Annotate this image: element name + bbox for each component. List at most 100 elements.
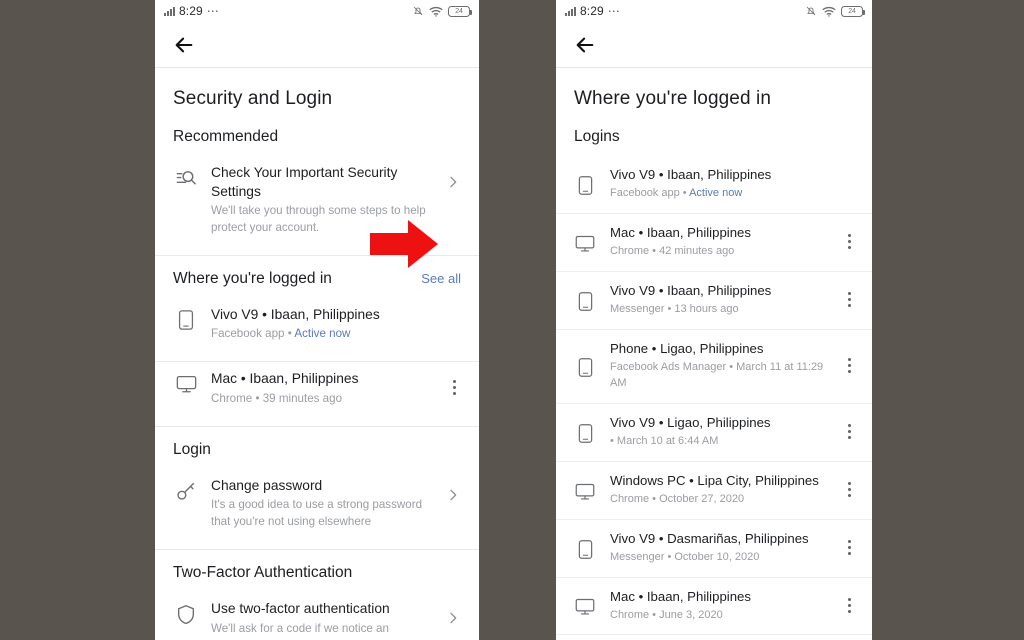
chevron-right-icon (445, 600, 465, 626)
section-heading-logins: Logins (574, 128, 620, 145)
list-item-body: Vivo V9 • Ibaan, Philippines Facebook app… (610, 166, 860, 202)
back-arrow-icon[interactable] (574, 34, 596, 56)
subtitle-plain: Facebook app • (211, 327, 295, 341)
list-item-subtitle: Chrome • 39 minutes ago (211, 391, 343, 405)
list-item-subtitle: It's a good idea to use a strong passwor… (211, 498, 423, 529)
list-item-login-session[interactable]: Windows PC • Lipa City, Philippines Chrom… (556, 461, 872, 519)
list-item-subtitle: Chrome • June 3, 2020 (610, 608, 723, 621)
list-item-body: Vivo V9 • Dasmariñas, Philippines Messeng… (610, 530, 826, 566)
list-item-title: Mac • Ibaan, Philippines (211, 371, 359, 387)
right-nav-bar (556, 22, 872, 68)
active-now-badge: Active now (294, 327, 351, 341)
notifications-muted-icon (413, 6, 423, 16)
right-phone-screen: 8:29 ⋯ 24 Where you're logged in Logins … (556, 0, 872, 640)
list-item-title: Vivo V9 • Dasmariñas, Philippines (610, 530, 809, 546)
back-arrow-icon[interactable] (173, 34, 195, 56)
status-bar: 8:29 ⋯ 24 (155, 0, 479, 22)
mobile-phone-icon (572, 354, 598, 378)
more-options-icon[interactable] (838, 482, 860, 498)
left-scroll-area[interactable]: Security and Login Recommended Check You… (155, 68, 479, 639)
signal-icon (565, 6, 576, 16)
list-item-body: Windows PC • Lipa City, Philippines Chrom… (610, 472, 826, 508)
list-item-login-session[interactable]: Mac • Ibaan, Philippines Chrome • 39 min… (155, 362, 479, 420)
list-item-title: Check Your Important Security Settings (211, 165, 398, 199)
subtitle-plain: Facebook app • (610, 187, 690, 199)
list-item-subtitle: Facebook app • Active now (211, 326, 465, 343)
status-time: 8:29 (580, 4, 604, 18)
list-item-body: Mac • Ibaan, Philippines Chrome • June 3,… (610, 588, 826, 624)
list-item-login-session[interactable]: ?Device type unknown • Lipa City, Philip… (556, 635, 872, 639)
list-item-title: Mac • Ibaan, Philippines (610, 224, 751, 240)
mobile-phone-icon (572, 420, 598, 444)
mobile-phone-icon (572, 536, 598, 560)
see-all-link[interactable]: See all (421, 271, 461, 286)
list-item-title: Phone • Ligao, Philippines (610, 340, 764, 356)
shield-icon (173, 600, 199, 626)
status-time: 8:29 (179, 4, 203, 18)
status-menu-dots: ⋯ (607, 4, 621, 18)
more-options-icon[interactable] (838, 358, 860, 374)
list-item-body: Vivo V9 • Ligao, Philippines • March 10 a… (610, 414, 826, 450)
list-item-login-session[interactable]: Vivo V9 • Ibaan, Philippines Facebook app… (556, 156, 872, 213)
logins-list: Vivo V9 • Ibaan, Philippines Facebook app… (556, 156, 872, 639)
more-options-icon[interactable] (443, 370, 465, 396)
page-title: Where you're logged in (574, 88, 771, 109)
mobile-phone-icon (173, 306, 199, 331)
list-item-title: Windows PC • Lipa City, Philippines (610, 472, 819, 488)
page-title: Security and Login (173, 88, 333, 109)
list-item-subtitle: Facebook Ads Manager • March 11 at 11:29… (610, 360, 824, 389)
list-item-login-session[interactable]: Phone • Ligao, Philippines Facebook Ads M… (556, 329, 872, 403)
list-item-two-factor[interactable]: Use two-factor authentication We'll ask … (155, 591, 479, 639)
signal-icon (164, 6, 175, 16)
list-item-title: Change password (211, 477, 323, 493)
active-now-badge: Active now (689, 187, 743, 199)
list-item-login-session[interactable]: Mac • Ibaan, Philippines Chrome • June 3,… (556, 577, 872, 635)
section-heading-login: Login (173, 440, 211, 458)
list-item-subtitle: Chrome • October 27, 2020 (610, 492, 745, 505)
list-item-title: Vivo V9 • Ibaan, Philippines (610, 167, 772, 182)
list-item-subtitle: Chrome • 42 minutes ago (610, 244, 735, 257)
wifi-icon (822, 6, 836, 17)
key-icon (173, 477, 199, 502)
list-item-body: Phone • Ligao, Philippines Facebook Ads M… (610, 340, 826, 392)
more-options-icon[interactable] (838, 540, 860, 556)
left-nav-bar (155, 22, 479, 68)
list-item-login-session[interactable]: Vivo V9 • Ibaan, Philippines Messenger • … (556, 271, 872, 329)
list-item-change-password[interactable]: Change password It's a good idea to use … (155, 468, 479, 543)
list-item-login-session[interactable]: Vivo V9 • Ligao, Philippines • March 10 a… (556, 403, 872, 461)
battery-level: 24 (848, 7, 856, 15)
desktop-monitor-icon (572, 593, 598, 617)
more-options-icon[interactable] (838, 597, 860, 613)
security-checkup-icon (173, 164, 199, 190)
right-scroll-area[interactable]: Where you're logged in Logins Vivo V9 • … (556, 68, 872, 639)
wifi-icon (429, 6, 443, 17)
list-item-login-session[interactable]: Vivo V9 • Dasmariñas, Philippines Messeng… (556, 519, 872, 577)
list-item-title: Use two-factor authentication (211, 600, 390, 616)
chevron-right-icon (445, 164, 465, 190)
more-options-icon[interactable] (838, 424, 860, 440)
left-phone-screen: 8:29 ⋯ 24 Security and Login Recommended… (155, 0, 479, 640)
battery-level: 24 (455, 7, 463, 15)
more-options-icon[interactable] (838, 292, 860, 308)
battery-icon: 24 (841, 5, 865, 17)
list-item-subtitle: We'll ask for a code if we notice an att… (211, 621, 406, 639)
list-item-body: Mac • Ibaan, Philippines Chrome • 42 minu… (610, 224, 826, 260)
list-item-subtitle: Facebook app • Active now (610, 186, 860, 202)
mobile-phone-icon (572, 172, 598, 196)
more-options-icon[interactable] (838, 234, 860, 250)
screenshot-stage: 8:29 ⋯ 24 Security and Login Recommended… (0, 0, 1024, 640)
desktop-monitor-icon (173, 370, 199, 395)
desktop-monitor-icon (572, 478, 598, 502)
section-heading-recommended: Recommended (173, 128, 279, 145)
list-item-login-session[interactable]: Mac • Ibaan, Philippines Chrome • 42 minu… (556, 213, 872, 271)
list-item-title: Mac • Ibaan, Philippines (610, 588, 751, 604)
list-item-title: Vivo V9 • Ibaan, Philippines (211, 306, 380, 322)
list-item-login-session[interactable]: Vivo V9 • Ibaan, Philippines Facebook ap… (155, 297, 479, 356)
list-item-title: Vivo V9 • Ibaan, Philippines (610, 282, 772, 298)
battery-icon: 24 (448, 5, 472, 17)
list-item-subtitle: • March 10 at 6:44 AM (610, 434, 719, 447)
list-item-title: Vivo V9 • Ligao, Philippines (610, 414, 771, 430)
section-heading-two-factor: Two-Factor Authentication (173, 563, 353, 581)
red-arrow-annotation (370, 220, 438, 268)
chevron-right-icon (445, 477, 465, 503)
